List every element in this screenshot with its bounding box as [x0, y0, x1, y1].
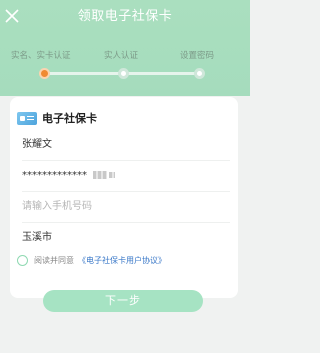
masked-digit	[109, 172, 115, 178]
step-progress: 实名、实卡认证 实人认证 设置密码	[0, 50, 250, 80]
card-title: 电子社保卡	[42, 112, 97, 125]
header: 领取电子社保卡 实名、实卡认证 实人认证 设置密码	[0, 0, 250, 96]
step-label-face-verify: 实人认证	[104, 51, 139, 61]
agreement-checkbox[interactable]	[17, 255, 28, 266]
step-dot-1	[39, 68, 50, 79]
next-button[interactable]: 下一步	[43, 290, 203, 312]
social-security-card-icon	[17, 111, 37, 125]
id-number-value: *************	[22, 170, 87, 181]
step-label-set-password: 设置密码	[180, 51, 215, 61]
page-title: 领取电子社保卡	[77, 9, 173, 24]
step-dot-3	[194, 68, 205, 79]
id-number-field: *************	[22, 161, 230, 192]
name-field: 张耀文	[22, 130, 230, 161]
phone-input[interactable]: 请输入手机号码	[22, 192, 230, 223]
step-label-real-name: 实名、实卡认证	[11, 51, 71, 61]
agreement-text: 阅读并同意	[34, 256, 74, 265]
city-field[interactable]: 玉溪市	[22, 223, 230, 253]
card-header: 电子社保卡	[17, 110, 97, 126]
agreement-row: 阅读并同意 《电子社保卡用户协议》	[17, 255, 166, 266]
agreement-link[interactable]: 《电子社保卡用户协议》	[78, 255, 166, 266]
step-track-1	[44, 72, 123, 75]
masked-digits	[93, 171, 107, 179]
form-card: 电子社保卡 张耀文 ************* 请输入手机号码 玉溪市 阅读并同…	[10, 97, 238, 298]
phone-placeholder: 请输入手机号码	[22, 201, 92, 212]
name-value: 张耀文	[22, 139, 52, 150]
step-dot-2	[118, 68, 129, 79]
step-track-2	[123, 72, 199, 75]
city-value: 玉溪市	[22, 232, 52, 243]
